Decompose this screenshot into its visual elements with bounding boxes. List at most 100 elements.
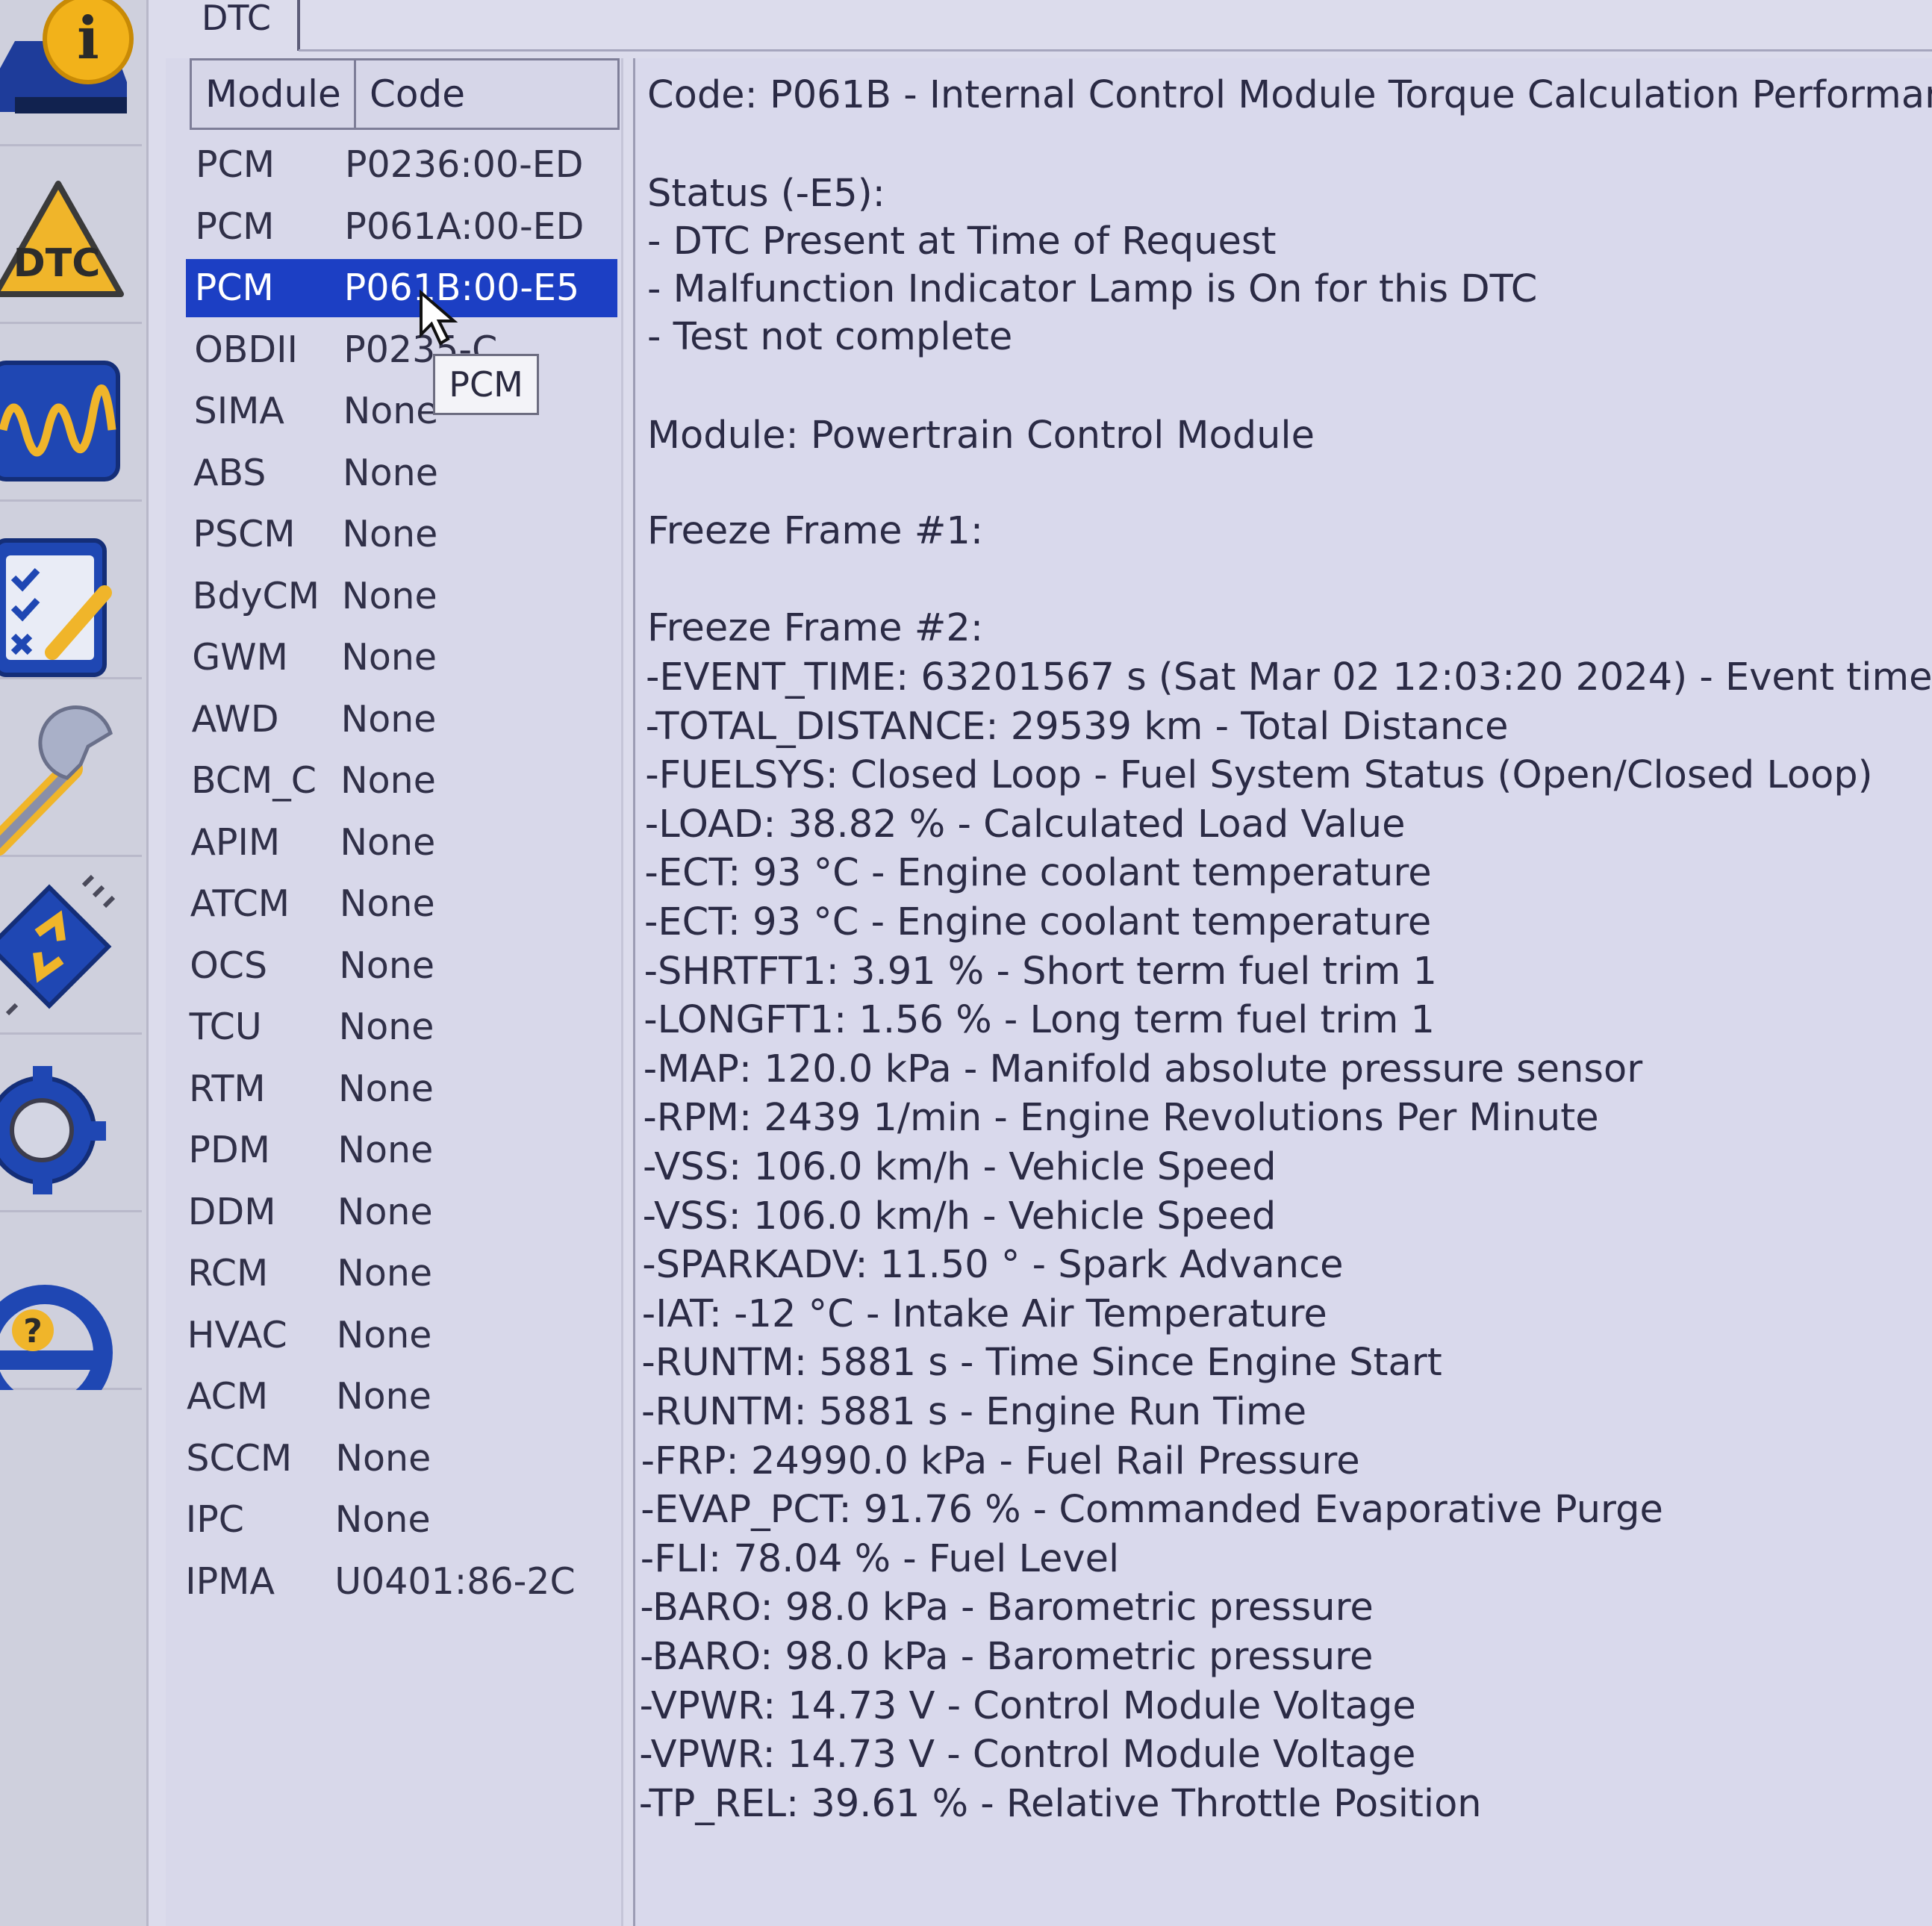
sidebar-item-help[interactable]: ? [0, 1214, 142, 1390]
status-title: Status (-E5): [647, 172, 885, 216]
row-module: ABS [193, 451, 267, 494]
dtc-table-row[interactable]: PDM None [179, 1121, 611, 1179]
row-module: OCS [190, 944, 268, 987]
row-module: SCCM [186, 1436, 293, 1480]
row-code: None [339, 882, 435, 925]
freeze-frame-param: -EVENT_TIME: 63201567 s (Sat Mar 02 12:0… [646, 655, 1932, 699]
row-module: DDM [187, 1190, 276, 1233]
row-module: BdyCM [192, 574, 320, 617]
row-code: None [338, 1067, 434, 1110]
row-code: None [334, 1498, 431, 1541]
dtc-table-row[interactable]: ABS None [184, 444, 616, 502]
dtc-code-description: Code: P061B - Internal Control Module To… [647, 73, 1932, 117]
status-item: - DTC Present at Time of Request [647, 219, 1277, 264]
freeze-frame-param: -LONGFT1: 1.56 % - Long term fuel trim 1 [644, 998, 1435, 1043]
row-code: None [336, 1313, 432, 1356]
freeze-frame-2-title: Freeze Frame #2: [647, 606, 984, 650]
row-module: AWD [191, 697, 279, 741]
freeze-frame-param: -VPWR: 14.73 V - Control Module Voltage [639, 1683, 1416, 1728]
dtc-table-row[interactable]: BCM_C None [182, 752, 614, 810]
dtc-table-row[interactable]: IPC None [177, 1491, 608, 1549]
dtc-table-row[interactable]: PCM P0236:00-ED [187, 136, 618, 194]
row-code: None [338, 1006, 434, 1048]
dtc-table-row[interactable]: RCM None [178, 1244, 610, 1303]
tab-dtc[interactable]: DTC [188, 0, 300, 51]
freeze-frame-param: -FLI: 78.04 % - Fuel Level [640, 1536, 1120, 1581]
sidebar-item-settings[interactable] [0, 1036, 142, 1212]
row-code: None [335, 1436, 431, 1480]
checklist-icon [0, 538, 112, 677]
column-header-code[interactable]: Code [356, 60, 617, 128]
freeze-frame-1-title: Freeze Frame #1: [647, 509, 984, 553]
freeze-frame-param: -EVAP_PCT: 91.76 % - Commanded Evaporati… [641, 1488, 1663, 1533]
dtc-table-row[interactable]: DDM None [179, 1183, 611, 1241]
status-item: - Malfunction Indicator Lamp is On for t… [647, 267, 1538, 311]
mouse-cursor-icon [420, 290, 458, 346]
row-code: None [342, 513, 438, 555]
freeze-frame-param: -IAT: -12 °C - Intake Air Temperature [641, 1291, 1327, 1336]
sidebar-item-oscilloscope[interactable] [0, 325, 142, 502]
row-code: P0236:00-ED [345, 143, 584, 186]
dtc-table-row[interactable]: OBDII P0235-C [185, 321, 617, 379]
dtc-table-row[interactable]: TCU None [181, 998, 612, 1056]
row-module: APIM [190, 820, 281, 864]
dtc-table-row[interactable]: SCCM None [177, 1430, 608, 1488]
dtc-table-row[interactable]: ATCM None [181, 875, 613, 933]
row-code: None [340, 697, 437, 741]
dtc-table-row[interactable]: IPMA U0401:86-2C [176, 1553, 608, 1611]
freeze-frame-param: -LOAD: 38.82 % - Calculated Load Value [644, 802, 1406, 847]
dtc-table-row[interactable]: PCM P061B:00-E5 [185, 259, 617, 317]
sidebar-item-module-programming[interactable] [0, 858, 142, 1035]
freeze-frame-param: -TOTAL_DISTANCE: 29539 km - Total Distan… [645, 704, 1509, 749]
freeze-frame-param: -MAP: 120.0 kPa - Manifold absolute pres… [643, 1047, 1643, 1091]
dtc-table-row[interactable]: ACM None [178, 1368, 609, 1426]
row-code: None [343, 451, 438, 494]
row-module: GWM [192, 636, 288, 679]
row-code: None [341, 636, 437, 679]
chip-icon [0, 874, 116, 1016]
dtc-table-row[interactable]: HVAC None [178, 1306, 610, 1365]
row-module: ATCM [190, 882, 290, 925]
steering-help-icon: ? [0, 1285, 113, 1390]
svg-text:?: ? [23, 1312, 43, 1350]
list-header: Module Code [190, 58, 620, 130]
row-module: BCM_C [191, 759, 317, 802]
freeze-frame-param: -SPARKADV: 11.50 ° - Spark Advance [642, 1243, 1344, 1288]
sidebar-toolbar: i DTC ? [0, 0, 149, 1926]
sidebar-item-vehicle-info[interactable]: i [0, 0, 142, 146]
svg-text:i: i [77, 4, 99, 72]
dtc-table-row[interactable]: PSCM None [184, 505, 615, 564]
row-module: TCU [189, 1006, 262, 1048]
dtc-warning-icon: DTC [0, 181, 124, 297]
dtc-table-row[interactable]: APIM None [181, 814, 613, 872]
row-module: ACM [187, 1375, 269, 1418]
dtc-table-row[interactable]: SIMA None [185, 382, 617, 440]
row-module: SIMA [193, 390, 284, 432]
svg-text:DTC: DTC [13, 241, 101, 286]
freeze-frame-param: -ECT: 93 °C - Engine coolant temperature [644, 900, 1432, 944]
dtc-list-panel: Module Code PCM P0236:00-ED PCM P061A:00-ED… [166, 58, 623, 1926]
sidebar-item-checklist[interactable] [0, 503, 142, 679]
freeze-frame-param: -RUNTM: 5881 s - Time Since Engine Start [641, 1341, 1442, 1386]
sidebar-item-service[interactable] [0, 681, 142, 857]
row-code: None [339, 944, 435, 987]
row-module: PCM [195, 205, 275, 248]
row-code: U0401:86-2C [334, 1559, 576, 1603]
freeze-frame-param: -RPM: 2439 1/min - Engine Revolutions Pe… [643, 1096, 1599, 1141]
dtc-table-row[interactable]: AWD None [183, 691, 614, 749]
sidebar-item-dtc[interactable]: DTC [0, 148, 142, 324]
freeze-frame-param: -BARO: 98.0 kPa - Barometric pressure [640, 1635, 1374, 1679]
dtc-table-row[interactable]: OCS None [181, 937, 612, 995]
dtc-table-row[interactable]: BdyCM None [184, 567, 615, 626]
column-header-module[interactable]: Module [192, 60, 356, 128]
dtc-table-row[interactable]: PCM P061A:00-ED [186, 198, 617, 256]
row-code: None [340, 820, 436, 864]
row-code: None [336, 1375, 431, 1418]
dtc-table-row[interactable]: GWM None [183, 629, 614, 687]
row-code: P061A:00-ED [344, 205, 585, 248]
dtc-table-row[interactable]: RTM None [180, 1060, 611, 1118]
row-module: HVAC [187, 1313, 287, 1356]
row-module: IPC [185, 1498, 245, 1541]
freeze-frame-param: -RUNTM: 5881 s - Engine Run Time [641, 1390, 1307, 1434]
vehicle-info-icon: i [0, 0, 134, 113]
